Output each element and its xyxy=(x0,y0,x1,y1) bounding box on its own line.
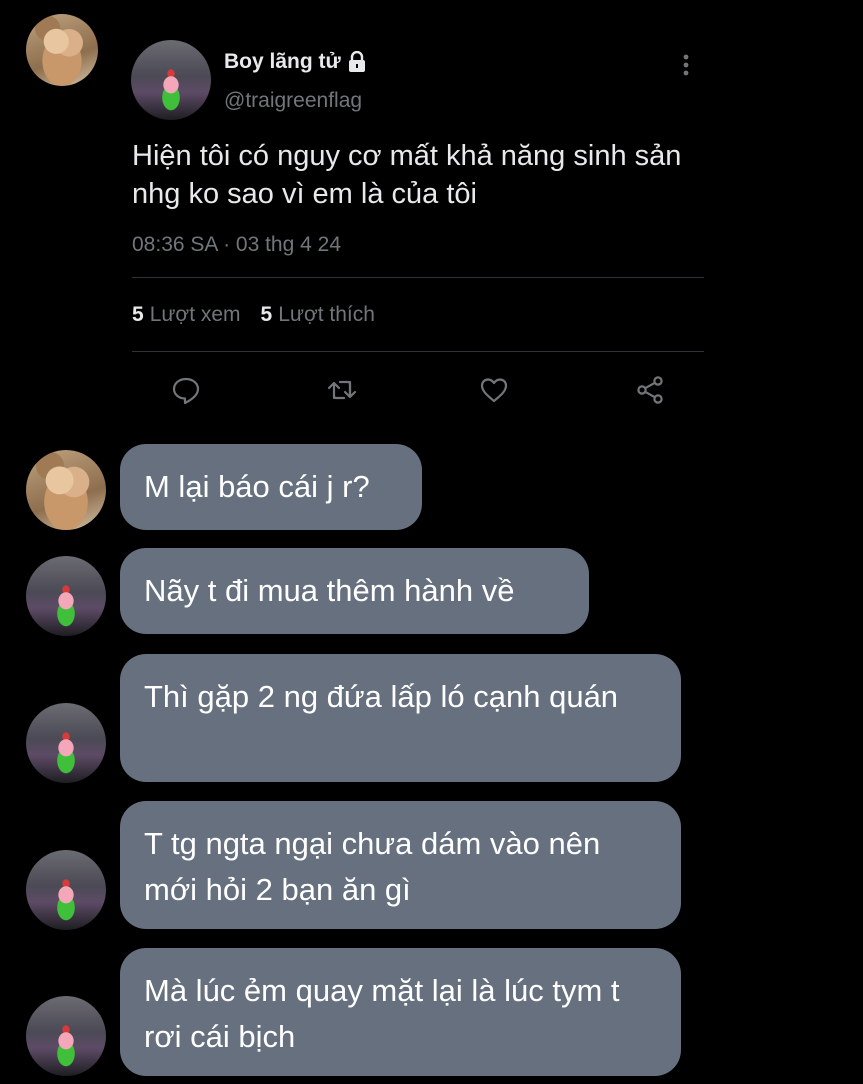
avatar[interactable] xyxy=(26,450,106,530)
message-text: M lại báo cái j r? xyxy=(144,469,370,504)
likes-stat[interactable]: 5 Lượt thích xyxy=(261,303,375,327)
retweet-icon[interactable] xyxy=(326,374,358,406)
avatar[interactable] xyxy=(26,850,106,930)
divider xyxy=(132,351,704,352)
more-icon[interactable] xyxy=(676,52,696,78)
message-bubble: M lại báo cái j r? xyxy=(120,444,422,530)
message-text: Nãy t đi mua thêm hành về xyxy=(144,573,515,608)
tweet-author-name[interactable]: Boy lãng tử xyxy=(224,50,367,74)
message-text: Thì gặp 2 ng đứa lấp ló cạnh quán xyxy=(144,679,619,714)
lock-icon xyxy=(347,50,367,73)
like-icon[interactable] xyxy=(478,374,510,406)
divider xyxy=(132,277,704,278)
message-text: T tg ngta ngại chưa dám vào nên mới hỏi … xyxy=(144,826,601,907)
likes-label: Lượt thích xyxy=(278,303,375,326)
avatar[interactable] xyxy=(26,996,106,1076)
tweet-handle[interactable]: @traigreenflag xyxy=(224,89,362,113)
message-bubble: Nãy t đi mua thêm hành về xyxy=(120,548,589,634)
tweet-text: Hiện tôi có nguy cơ mất khả năng sinh sả… xyxy=(132,140,682,210)
avatar[interactable] xyxy=(26,703,106,783)
likes-count: 5 xyxy=(260,303,273,326)
top-avatar[interactable] xyxy=(26,14,98,86)
views-stat[interactable]: 5 Lượt xem xyxy=(132,303,241,327)
message-bubble: Thì gặp 2 ng đứa lấp ló cạnh quán xyxy=(120,654,681,782)
message-bubble: T tg ngta ngại chưa dám vào nên mới hỏi … xyxy=(120,801,681,929)
reply-icon[interactable] xyxy=(170,374,202,406)
tweet-timestamp[interactable]: 08:36 SA · 03 thg 4 24 xyxy=(132,233,341,257)
message-bubble: Mà lúc ẻm quay mặt lại là lúc tym t rơi … xyxy=(120,948,681,1076)
tweet-author-avatar[interactable] xyxy=(131,40,211,120)
views-count: 5 xyxy=(132,303,144,326)
views-label: Lượt xem xyxy=(149,303,241,326)
avatar[interactable] xyxy=(26,556,106,636)
display-name: Boy lãng tử xyxy=(224,50,341,73)
share-icon[interactable] xyxy=(634,374,666,406)
tweet-stats: 5 Lượt xem 5 Lượt thích xyxy=(132,303,375,327)
message-text: Mà lúc ẻm quay mặt lại là lúc tym t rơi … xyxy=(144,973,620,1054)
